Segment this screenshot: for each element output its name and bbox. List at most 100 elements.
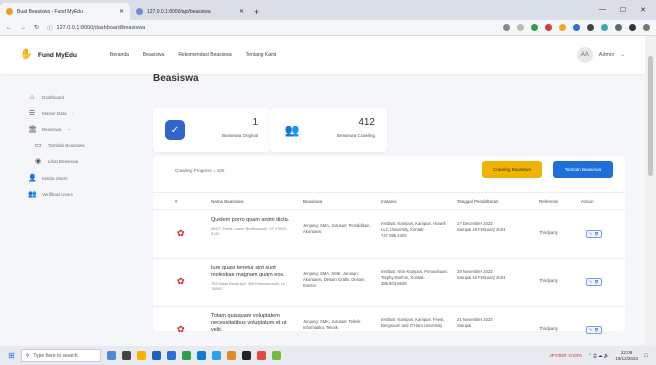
taskbar-app-icon[interactable] — [226, 351, 236, 360]
tab-favicon-icon — [136, 8, 143, 15]
avatar[interactable]: AA — [576, 47, 593, 63]
crawl-progress-label: Crawling Progress = 100 — [175, 168, 225, 173]
new-tab-button[interactable]: + — [254, 7, 259, 17]
beasiswa-title: Quidem porro quam animi dicta. 66927 Fee… — [211, 217, 291, 237]
users-icon: 👥 — [28, 191, 37, 198]
user-menu[interactable]: AA Admin ⌄ — [576, 47, 625, 63]
taskbar-app-icon[interactable] — [196, 351, 206, 360]
sidebar-item-label: Verifikasi Users — [42, 191, 74, 197]
beasiswa-info: Jenjang: SMA, SMK, Jurusan: Akuntansi, D… — [303, 271, 365, 288]
sidebar-item-dashboard[interactable]: ⌂ Dashboard — [28, 94, 64, 101]
search-placeholder[interactable]: Type here to search — [33, 353, 77, 359]
action-buttons[interactable]: ✎ 🗑 — [586, 230, 602, 238]
taskbar-app-icon[interactable] — [151, 351, 161, 360]
extension-icon[interactable] — [531, 24, 538, 31]
brand[interactable]: ✋ Fund MyEdu — [20, 49, 110, 61]
edit-icon[interactable]: ✎ — [589, 232, 592, 236]
stat-label: Beasiswa Crawling — [336, 133, 375, 138]
notification-icon[interactable]: ☐ — [644, 353, 648, 359]
taskbar-app-icon[interactable] — [271, 351, 281, 360]
sidebar-item-beasiswa[interactable]: 🏛 Beasiswa ⌄ — [28, 125, 71, 133]
sidebar-item-lihat-beasiswa[interactable]: ◉ Lihat Beasiswa — [34, 157, 78, 165]
sidebar: ⌂ Dashboard ☰ Master Data › 🏛 Beasiswa ⌄… — [0, 74, 140, 346]
delete-icon[interactable]: 🗑 — [594, 328, 598, 332]
extension-icon[interactable] — [573, 24, 580, 31]
instansi-info: Institusi: Kampus, Kampus: Howell LLC Un… — [381, 221, 446, 238]
nav-link-rekomendasi[interactable]: Rekomendasi Beasiswa — [178, 52, 231, 58]
instansi-info: Institusi: Non-Kampus, Perusahaan: Torph… — [381, 269, 449, 286]
action-buttons[interactable]: ✎ 🗑 — [586, 326, 602, 334]
puzzle-icon[interactable] — [615, 24, 622, 31]
col-header: Beasiswa — [303, 199, 323, 204]
edit-icon[interactable]: ✎ — [589, 328, 592, 332]
tanggal-start: 29 November 2023 — [457, 269, 493, 274]
windows-start-icon[interactable]: ⊞ — [8, 351, 15, 360]
windows-taskbar: ⊞ ⚲ Type here to search JPY/IDR -0.83% ⌃… — [0, 346, 656, 365]
sidebar-item-label: Beasiswa — [42, 126, 62, 132]
nav-link-beasiswa[interactable]: Beasiswa — [143, 52, 164, 58]
beasiswa-table-panel: Crawling Progress = 100 Crawling Beasisw… — [153, 156, 625, 334]
maximize-icon[interactable]: ☐ — [620, 6, 626, 14]
sidebar-item-verifikasi-users[interactable]: 👥 Verifikasi Users — [28, 190, 73, 198]
taskbar-app-icon[interactable] — [256, 351, 266, 360]
close-window-icon[interactable]: ✕ — [640, 6, 646, 14]
scrollbar-thumb[interactable] — [648, 56, 653, 176]
taskbar-app-icon[interactable] — [211, 351, 221, 360]
currency-widget[interactable]: JPY/IDR -0.83% — [549, 353, 582, 358]
taskbar-search[interactable]: ⚲ Type here to search — [20, 349, 101, 362]
delete-icon[interactable]: 🗑 — [594, 280, 598, 284]
taskbar-app-icon[interactable] — [166, 351, 176, 360]
reload-icon[interactable]: ↻ — [34, 24, 39, 31]
instansi-info: Institusi: Kampus, Kampus: Feest, Bergna… — [381, 317, 445, 328]
nav-link-beranda[interactable]: Beranda — [110, 52, 129, 58]
taskbar-app-icon[interactable] — [106, 351, 116, 360]
taskbar-app-icon[interactable] — [121, 351, 131, 360]
zoom-icon[interactable] — [503, 24, 510, 31]
beasiswa-name: Quidem porro quam animi dicta. — [211, 217, 290, 223]
minimize-icon[interactable]: — — [599, 6, 606, 14]
extension-icon[interactable] — [601, 24, 608, 31]
extension-icon[interactable] — [559, 24, 566, 31]
sidebar-item-tambah-beasiswa[interactable]: ▭ Tambah Beasiswa — [34, 141, 85, 149]
stat-label: Beasiswa Original — [221, 133, 258, 138]
extension-icon[interactable] — [587, 24, 594, 31]
browser-tab[interactable]: 127.0.0.1:8000/api/beasiswa ✕ — [130, 3, 250, 20]
reference: Thirdparty — [539, 326, 558, 331]
nav-links: Beranda Beasiswa Rekomendasi Beasiswa Te… — [110, 52, 276, 58]
url-text[interactable]: 127.0.0.1:8000/dashboard/beasiswa — [57, 25, 146, 31]
col-header: Referensi — [539, 199, 559, 204]
tray-icons[interactable]: ⌃ ⎙ ☁ 🔊 — [588, 353, 609, 359]
action-buttons[interactable]: ✎ 🗑 — [586, 278, 602, 286]
extension-icon[interactable] — [545, 24, 552, 31]
sidebar-item-master-data[interactable]: ☰ Master Data › — [28, 109, 74, 117]
url-field[interactable]: ⓘ 127.0.0.1:8000/dashboard/beasiswa — [47, 24, 145, 32]
browser-tab-active[interactable]: Buat Beasiswa - Fund MyEdu ✕ — [0, 3, 130, 20]
col-header: Nama Beasiswa — [211, 199, 244, 204]
users-icon: 👥 — [282, 120, 302, 140]
clock[interactable]: 22:08 19/12/2023 — [615, 350, 638, 362]
page-scrollbar[interactable] — [645, 36, 656, 346]
user-name[interactable]: Admin — [599, 52, 615, 58]
site-info-icon[interactable]: ⓘ — [47, 24, 53, 32]
close-tab-icon[interactable]: ✕ — [239, 8, 244, 15]
taskbar-app-icon[interactable] — [136, 351, 146, 360]
crawl-button[interactable]: Crawling Beasiswa — [482, 161, 542, 178]
menu-icon[interactable] — [643, 24, 650, 31]
nav-link-tentang[interactable]: Tentang Kami — [246, 52, 277, 58]
extensions-bar — [503, 24, 650, 31]
taskbar-app-icon[interactable] — [241, 351, 251, 360]
chevron-down-icon[interactable]: ⌄ — [620, 52, 625, 58]
sidebar-item-kelola-users[interactable]: 👤 Kelola Users — [28, 174, 68, 182]
star-icon[interactable] — [517, 24, 524, 31]
delete-icon[interactable]: 🗑 — [594, 232, 598, 236]
forward-icon[interactable]: → — [20, 25, 26, 31]
beasiswa-name: Iure quasi tenetur sint sunt molestiae m… — [211, 265, 285, 278]
table-row: ✿ Quidem porro quam animi dicta. 66927 F… — [153, 211, 625, 259]
profile-icon[interactable] — [629, 24, 636, 31]
taskbar-app-icon[interactable] — [181, 351, 191, 360]
close-tab-icon[interactable]: ✕ — [119, 8, 124, 15]
add-beasiswa-button[interactable]: Tambah Beasiswa — [553, 161, 613, 178]
edit-icon[interactable]: ✎ — [589, 280, 592, 284]
sidebar-item-label: Kelola Users — [42, 175, 68, 181]
back-icon[interactable]: ← — [6, 25, 12, 31]
